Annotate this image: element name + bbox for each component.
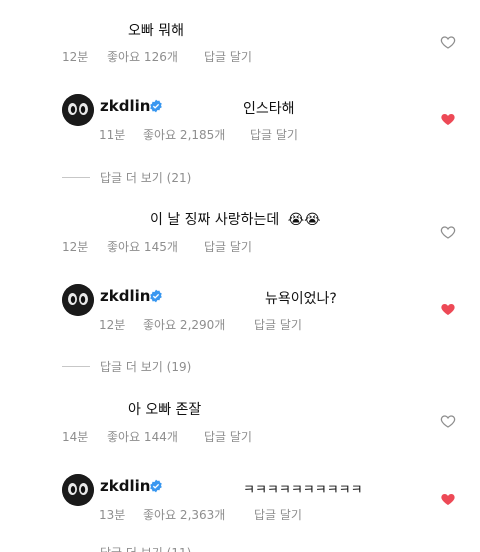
like-count[interactable]: 좋아요 126개: [107, 48, 178, 65]
reply-button[interactable]: 답글 달기: [254, 506, 302, 523]
heart-filled-icon[interactable]: [440, 491, 456, 507]
heart-outline-icon[interactable]: [440, 34, 456, 50]
heart-outline-icon[interactable]: [440, 413, 456, 429]
crying-emoji: 😭😭: [287, 212, 321, 228]
view-more-replies[interactable]: 답글 더 보기 (21): [62, 169, 262, 187]
avatar[interactable]: [62, 94, 94, 126]
reply-button[interactable]: 답글 달기: [204, 238, 252, 255]
view-more-replies[interactable]: 답글 더 보기 (11): [62, 544, 262, 552]
heart-outline-icon[interactable]: [440, 224, 456, 240]
username[interactable]: zkdlin: [100, 477, 150, 495]
comment-time: 12분: [99, 318, 126, 332]
verified-badge-icon: [150, 479, 162, 493]
verified-badge-icon: [150, 99, 162, 113]
comment-text: 오빠 뭐해: [128, 23, 184, 39]
like-count[interactable]: 좋아요 145개: [107, 238, 178, 255]
reply-button[interactable]: 답글 달기: [204, 428, 252, 445]
reply-button[interactable]: 답글 달기: [204, 48, 252, 65]
comment-time: 14분: [62, 430, 89, 444]
avatar[interactable]: [62, 474, 94, 506]
username[interactable]: zkdlin: [100, 287, 150, 305]
reply-button[interactable]: 답글 달기: [250, 126, 298, 143]
comment-text-body: 이 날 징짜 사랑하는데: [150, 212, 280, 228]
avatar[interactable]: [62, 284, 94, 316]
comment-text: 뉴욕이었나?: [265, 291, 337, 307]
comment-time: 13분: [99, 508, 126, 522]
comment-text: 인스타해: [243, 101, 295, 117]
comment-time: 12분: [62, 50, 89, 64]
like-count[interactable]: 좋아요 2,363개: [143, 506, 225, 523]
like-count[interactable]: 좋아요 2,290개: [143, 316, 225, 333]
comment-time: 11분: [99, 128, 126, 142]
heart-filled-icon[interactable]: [440, 111, 456, 127]
comment-text: ㅋㅋㅋㅋㅋㅋㅋㅋㅋㅋ: [243, 483, 363, 498]
reply-button[interactable]: 답글 달기: [254, 316, 302, 333]
view-more-replies-label: 답글 더 보기 (11): [100, 544, 191, 552]
divider: [62, 177, 90, 178]
view-more-replies-label: 답글 더 보기 (19): [100, 360, 192, 374]
heart-filled-icon[interactable]: [440, 301, 456, 317]
divider: [62, 366, 90, 367]
verified-badge-icon: [150, 289, 162, 303]
comment-text: 이 날 징짜 사랑하는데 😭😭: [150, 209, 320, 229]
like-count[interactable]: 좋아요 144개: [107, 428, 178, 445]
like-count[interactable]: 좋아요 2,185개: [143, 126, 225, 143]
view-more-replies[interactable]: 답글 더 보기 (19): [62, 358, 262, 376]
view-more-replies-label: 답글 더 보기 (21): [100, 171, 192, 185]
comment-text: 아 오빠 존잘: [128, 402, 202, 418]
comment-time: 12분: [62, 240, 89, 254]
username[interactable]: zkdlin: [100, 97, 150, 115]
